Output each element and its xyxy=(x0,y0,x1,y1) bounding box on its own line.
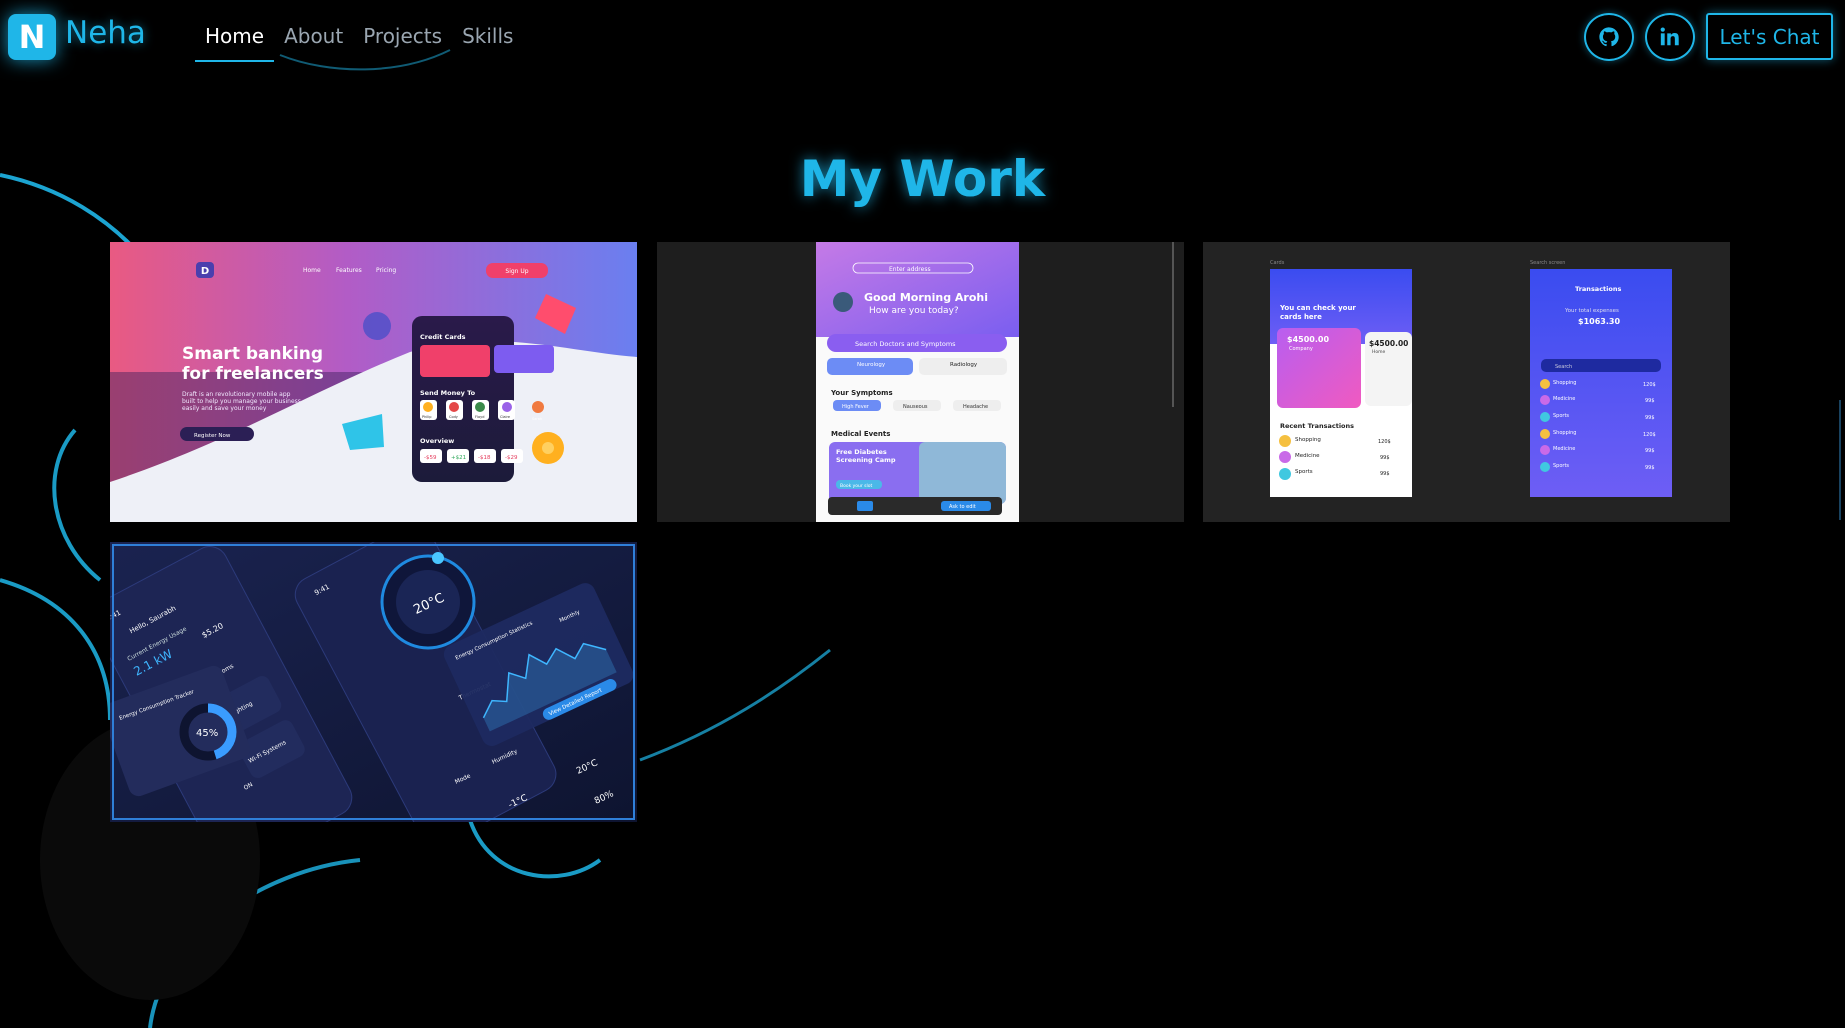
banking-menu-home: Home xyxy=(303,267,321,274)
medical-greeting: Good Morning Arohi xyxy=(864,291,988,304)
finance-cards-heading-2: cards here xyxy=(1280,313,1322,321)
medical-dept-1: Neurology xyxy=(857,362,886,368)
banking-person-4: Claire xyxy=(500,415,510,419)
finance-list-4-amount: 120$ xyxy=(1643,432,1656,438)
finance-list-1-amount: 120$ xyxy=(1643,382,1656,388)
banking-phone-cards: Credit Cards xyxy=(420,333,466,341)
logo-name[interactable]: Neha xyxy=(65,15,146,51)
finance-card-amount-1: $4500.00 xyxy=(1287,335,1329,344)
medical-symptom-2: Nauseous xyxy=(903,404,928,410)
finance-cards-heading-1: You can check your xyxy=(1279,304,1356,312)
finance-tx-2: Medicine xyxy=(1295,453,1320,459)
medical-toolbar-cta: Ask to edit xyxy=(949,504,976,510)
nav-projects[interactable]: Projects xyxy=(353,20,452,62)
banking-logo: D xyxy=(201,266,209,277)
finance-total: $1063.30 xyxy=(1578,317,1620,326)
nav-links: Home About Projects Skills xyxy=(195,20,523,62)
banking-amount-2: +$21 xyxy=(451,455,466,461)
medical-symptom-1: High Fever xyxy=(842,404,870,410)
banking-menu-pricing: Pricing xyxy=(376,267,396,274)
banking-sub-2: built to help you manage your business xyxy=(182,398,301,405)
project-card-medical[interactable]: Enter address Good Morning Arohi How are… xyxy=(657,242,1184,522)
medical-symptoms-title: Your Symptoms xyxy=(830,389,893,397)
finance-screen-2-label: Search screen xyxy=(1530,260,1565,266)
nav-skills[interactable]: Skills xyxy=(452,20,523,62)
banking-phone-send: Send Money To xyxy=(420,389,476,397)
finance-search: Search xyxy=(1555,364,1572,370)
banking-amount-3: -$18 xyxy=(478,455,491,461)
medical-symptom-3: Headache xyxy=(963,404,988,410)
medical-search: Search Doctors and Symptoms xyxy=(855,340,956,348)
banking-person-1: Philip xyxy=(422,415,432,419)
finance-tx-title: Transactions xyxy=(1575,285,1621,293)
finance-list-6: Sports xyxy=(1553,463,1569,469)
finance-list-2: Medicine xyxy=(1553,396,1575,402)
finance-tx-3-amount: 99$ xyxy=(1380,471,1390,477)
banking-person-2: Cody xyxy=(449,415,458,419)
banking-preview: D Home Features Pricing Sign Up Smart ba… xyxy=(110,242,637,522)
nav-about[interactable]: About xyxy=(274,20,353,62)
banking-register: Register Now xyxy=(194,433,231,439)
banking-menu-features: Features xyxy=(336,267,362,274)
project-card-energy[interactable]: 9:41 Hello, Saurabh Current Energy Usage… xyxy=(110,542,637,822)
finance-list-3: Sports xyxy=(1553,413,1569,419)
medical-dept-2: Radiology xyxy=(950,362,978,368)
finance-total-label: Your total expenses xyxy=(1564,308,1619,314)
finance-card-label-1: Company xyxy=(1289,346,1313,352)
finance-recent: Recent Transactions xyxy=(1280,422,1354,430)
banking-headline-1: Smart banking xyxy=(182,344,323,364)
finance-list-3-amount: 99$ xyxy=(1645,415,1655,421)
logo-badge[interactable]: N xyxy=(8,14,56,60)
energy-preview: 9:41 Hello, Saurabh Current Energy Usage… xyxy=(110,542,637,822)
navbar: N Neha Home About Projects Skills Let's … xyxy=(0,0,1845,74)
finance-card-label-2: Home xyxy=(1372,349,1386,355)
banking-sub-1: Draft is an revolutionary mobile app xyxy=(182,391,291,398)
finance-list-6-amount: 99$ xyxy=(1645,465,1655,471)
banking-person-5: Sarah xyxy=(532,417,542,421)
energy-percent: 45% xyxy=(196,728,218,739)
banking-headline-2: for freelancers xyxy=(182,364,324,384)
github-icon xyxy=(1599,27,1619,47)
banking-amount-4: -$29 xyxy=(505,455,518,461)
medical-event-2: Screening Camp xyxy=(836,456,896,464)
banking-sub-3: easily and save your money xyxy=(182,405,267,412)
medical-question: How are you today? xyxy=(869,306,959,316)
medical-event-cta: Book your slot xyxy=(840,483,873,489)
finance-preview: Cards Search screen You can check your c… xyxy=(1203,242,1730,522)
finance-tx-2-amount: 99$ xyxy=(1380,455,1390,461)
finance-list-1: Shopping xyxy=(1553,380,1576,386)
banking-phone-overview: Overview xyxy=(420,437,454,445)
finance-tx-1: Shopping xyxy=(1295,437,1321,443)
finance-list-5: Medicine xyxy=(1553,446,1575,452)
finance-list-2-amount: 99$ xyxy=(1645,398,1655,404)
medical-event-1: Free Diabetes xyxy=(836,448,887,456)
finance-screen-1-label: Cards xyxy=(1270,260,1285,266)
project-card-banking[interactable]: D Home Features Pricing Sign Up Smart ba… xyxy=(110,242,637,522)
finance-list-5-amount: 99$ xyxy=(1645,448,1655,454)
banking-amount-1: -$59 xyxy=(424,455,437,461)
project-card-finance[interactable]: Cards Search screen You can check your c… xyxy=(1203,242,1730,522)
github-button[interactable] xyxy=(1584,13,1634,61)
lets-chat-button[interactable]: Let's Chat xyxy=(1706,13,1833,60)
banking-signup: Sign Up xyxy=(505,268,528,275)
finance-tx-3: Sports xyxy=(1295,469,1313,475)
finance-list-4: Shopping xyxy=(1553,430,1576,436)
medical-events-title: Medical Events xyxy=(831,430,890,438)
finance-tx-1-amount: 120$ xyxy=(1378,439,1391,445)
medical-address: Enter address xyxy=(889,266,931,273)
finance-card-amount-2: $4500.00 xyxy=(1369,339,1408,348)
section-title: My Work xyxy=(799,150,1046,208)
medical-preview: Enter address Good Morning Arohi How are… xyxy=(657,242,1184,522)
nav-home[interactable]: Home xyxy=(195,20,275,62)
linkedin-icon xyxy=(1660,27,1679,46)
banking-person-3: Floyd xyxy=(475,415,484,419)
linkedin-button[interactable] xyxy=(1645,13,1695,61)
